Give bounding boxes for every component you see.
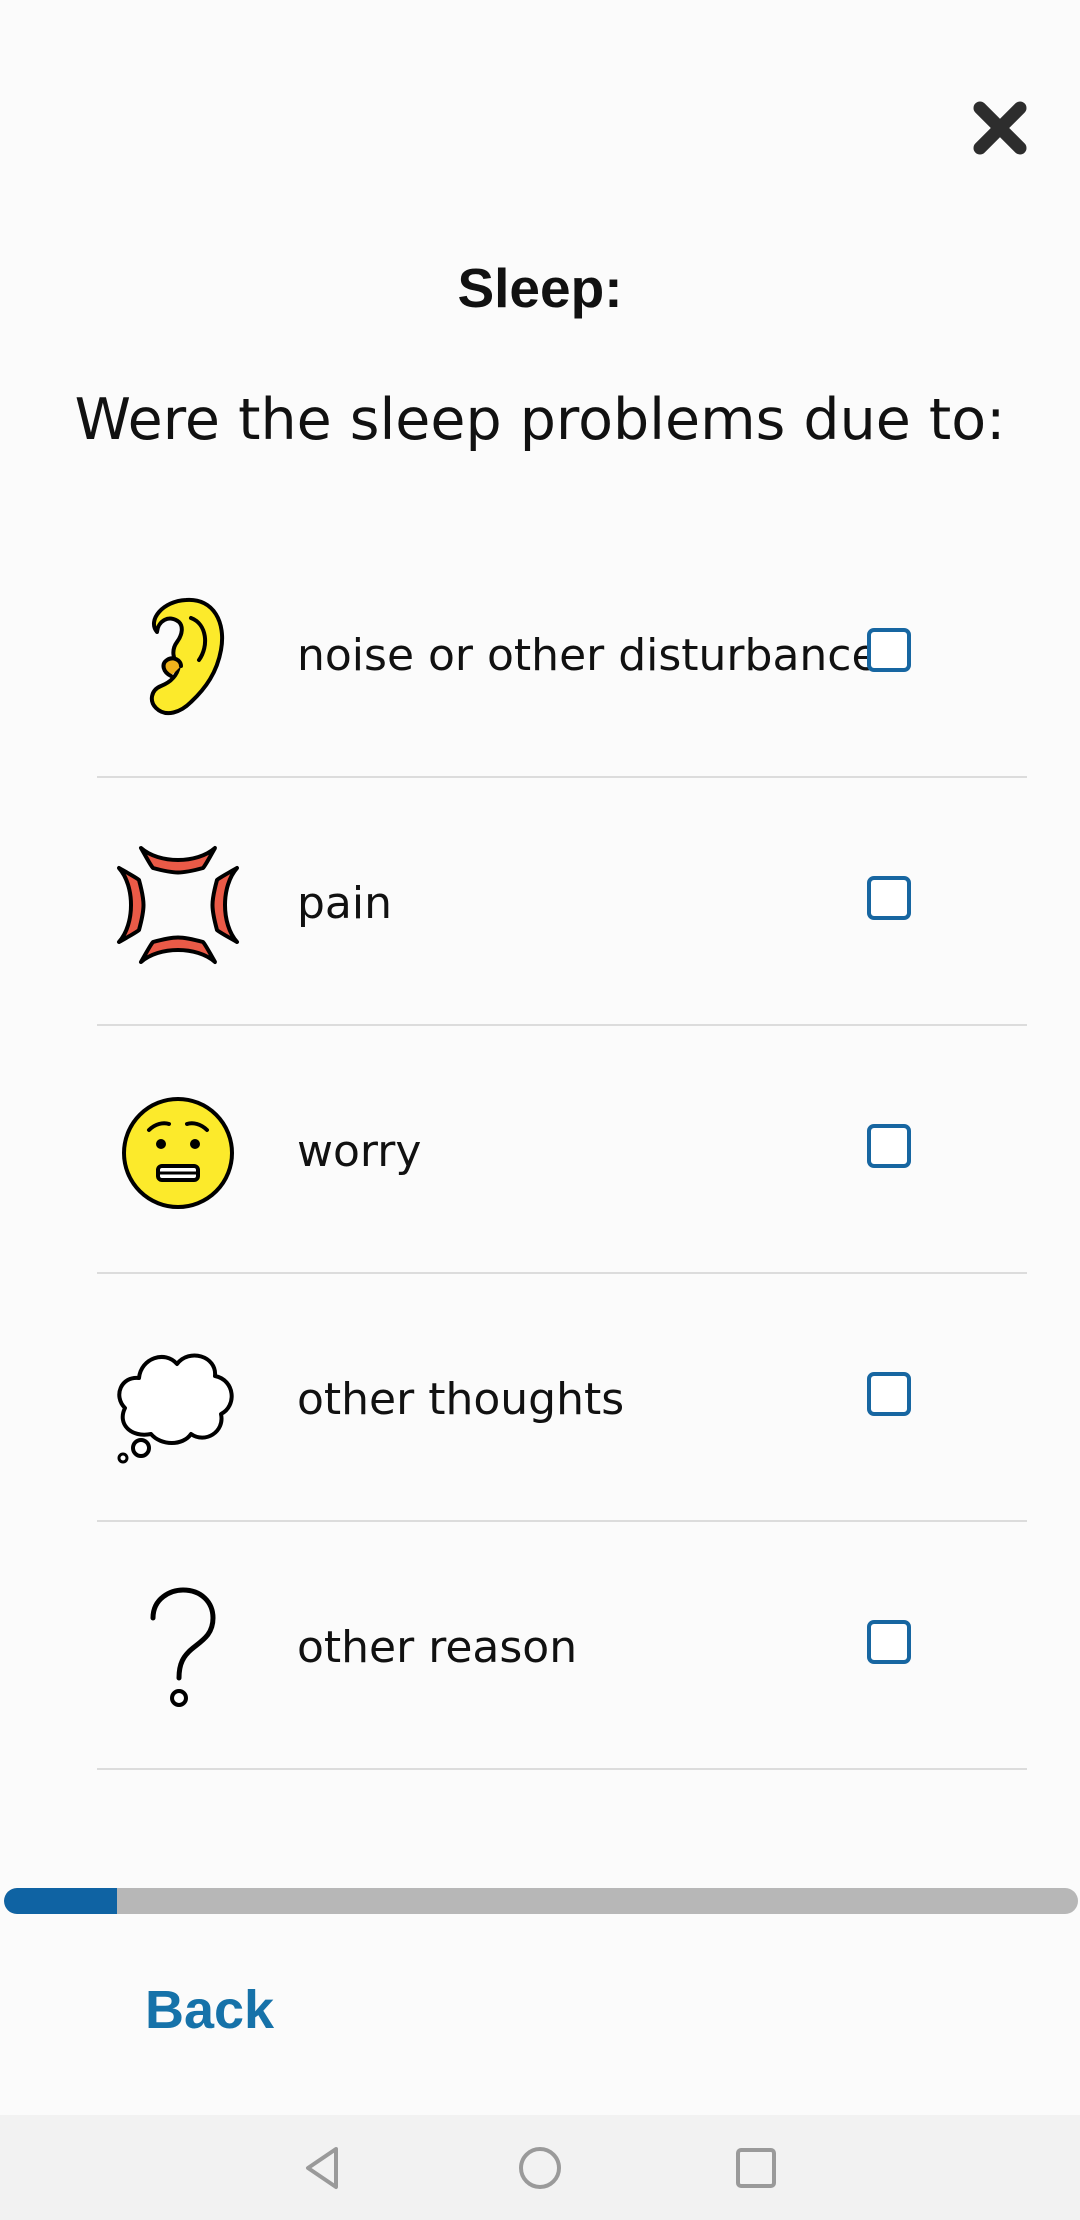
option-label: pain [297,878,393,929]
back-button[interactable]: Back [145,1975,274,2045]
option-label: other thoughts [297,1374,625,1425]
option-checkbox[interactable] [867,1620,911,1664]
system-nav-bar [0,2115,1080,2220]
progress-bar [4,1888,1078,1914]
option-worry[interactable]: worry [97,1026,1027,1274]
options-list: noise or other disturbances pain worry o… [97,530,1027,1770]
close-button[interactable] [960,88,1040,168]
progress-fill [4,1888,117,1914]
option-label: noise or other disturbances [297,630,902,681]
option-checkbox[interactable] [867,876,911,920]
nav-home-icon [519,2147,561,2189]
option-other-reason[interactable]: other reason [97,1522,1027,1770]
thought-bubble-icon [117,1353,234,1464]
nav-recents-button[interactable] [723,2135,789,2201]
page-title: Sleep: [457,257,623,319]
option-label: worry [297,1126,422,1177]
option-other-thoughts[interactable]: other thoughts [97,1274,1027,1522]
nav-home-button[interactable] [507,2135,573,2201]
option-checkbox[interactable] [867,1124,911,1168]
anger-symbol-icon [117,846,239,964]
worried-face-icon [122,1097,234,1209]
question-mark-icon [150,1587,216,1707]
nav-recents-icon [736,2148,776,2188]
option-pain[interactable]: pain [97,778,1027,1026]
nav-back-icon [306,2147,338,2189]
option-label: other reason [297,1622,578,1673]
ear-icon [149,597,224,716]
option-checkbox[interactable] [867,1372,911,1416]
question-text: Were the sleep problems due to: [74,387,1006,453]
option-checkbox[interactable] [867,628,911,672]
nav-back-button[interactable] [290,2135,356,2201]
close-icon [973,101,1027,155]
option-noise[interactable]: noise or other disturbances [97,530,1027,778]
